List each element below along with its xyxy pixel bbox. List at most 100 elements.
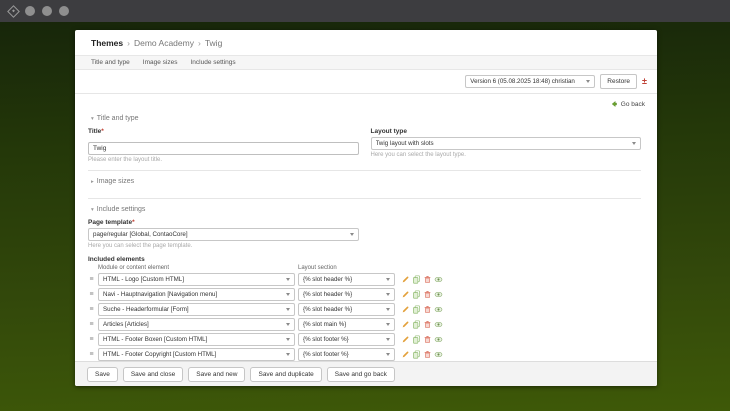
breadcrumb-page: Twig [205, 38, 222, 48]
edit-icon[interactable] [401, 350, 410, 359]
delete-icon[interactable] [423, 350, 432, 359]
chevron-down-icon [386, 353, 390, 356]
save-and-close-button[interactable]: Save and close [123, 367, 183, 382]
section-tabbar: Title and type Image sizes Include setti… [75, 55, 657, 70]
included-elements-label: Included elements [88, 256, 641, 263]
layout-type-select[interactable]: Twig layout with slots [371, 137, 642, 150]
chevron-down-icon [386, 338, 390, 341]
breadcrumb: Themes › Demo Academy › Twig [75, 30, 657, 55]
module-select[interactable]: HTML - Logo [Custom HTML] [98, 273, 295, 286]
module-select[interactable]: HTML - Footer Boxen [Custom HTML] [98, 333, 295, 346]
layout-section-select[interactable]: {% slot header %} [298, 303, 395, 316]
chevron-down-icon [286, 338, 290, 341]
duplicate-icon[interactable] [412, 290, 421, 299]
breadcrumb-theme[interactable]: Demo Academy [134, 38, 194, 48]
delete-icon[interactable] [423, 305, 432, 314]
chrome-dot-icon [42, 6, 52, 16]
layout-section-select[interactable]: {% slot footer %} [298, 348, 395, 361]
delete-icon[interactable] [423, 320, 432, 329]
tab-image-sizes[interactable]: Image sizes [143, 59, 178, 66]
show-icon[interactable] [434, 305, 443, 314]
submit-bar: Save Save and close Save and new Save an… [75, 361, 657, 386]
included-element-row: ≡ Articles [Articles] {% slot main %} [88, 318, 641, 331]
tab-include-settings[interactable]: Include settings [190, 59, 235, 66]
chevron-down-icon [386, 293, 390, 296]
duplicate-icon[interactable] [412, 335, 421, 344]
duplicate-icon[interactable] [412, 305, 421, 314]
legend-label: Title and type [97, 115, 139, 122]
page-template-label: Page template* [88, 219, 359, 226]
layout-section-select[interactable]: {% slot header %} [298, 273, 395, 286]
title-input[interactable] [88, 142, 359, 155]
delete-icon[interactable] [423, 290, 432, 299]
save-and-go-back-button[interactable]: Save and go back [327, 367, 395, 382]
included-element-row: ≡ HTML - Footer Boxen [Custom HTML] {% s… [88, 333, 641, 346]
chevron-down-icon [586, 80, 590, 83]
layout-type-value: Twig layout with slots [376, 140, 434, 147]
legend-image-sizes[interactable]: ▸ Image sizes [88, 171, 641, 191]
save-and-duplicate-button[interactable]: Save and duplicate [250, 367, 321, 382]
delete-icon[interactable] [423, 335, 432, 344]
drag-handle-icon[interactable]: ≡ [88, 291, 95, 298]
module-select[interactable]: HTML - Footer Copyright [Custom HTML] [98, 348, 295, 361]
column-layout-section: Layout section [298, 265, 337, 271]
page-template-select[interactable]: page/regular [Global, ContaoCore] [88, 228, 359, 241]
layout-type-field-group: Layout type Twig layout with slots Here … [371, 128, 642, 163]
title-label: Title* [88, 128, 359, 135]
layout-type-help: Here you can select the layout type. [371, 152, 642, 158]
chevron-down-icon [286, 353, 290, 356]
chevron-down-icon [386, 323, 390, 326]
delete-icon[interactable] [423, 275, 432, 284]
drag-handle-icon[interactable]: ≡ [88, 321, 95, 328]
included-element-row: ≡ Navi - Hauptnavigation [Navigation men… [88, 288, 641, 301]
show-icon[interactable] [434, 350, 443, 359]
module-select[interactable]: Navi - Hauptnavigation [Navigation menu] [98, 288, 295, 301]
browser-chrome-bar [0, 0, 730, 22]
collapse-closed-icon: ▸ [91, 179, 94, 185]
chevron-down-icon [386, 308, 390, 311]
layout-section-select[interactable]: {% slot footer %} [298, 333, 395, 346]
duplicate-icon[interactable] [412, 320, 421, 329]
show-icon[interactable] [434, 335, 443, 344]
restore-button[interactable]: Restore [600, 74, 637, 89]
show-icon[interactable] [434, 290, 443, 299]
included-elements-column-headers: Module or content element Layout section [98, 265, 641, 271]
show-differences-icon[interactable]: ± [642, 77, 647, 86]
legend-title-and-type[interactable]: ▾ Title and type [88, 108, 641, 128]
included-element-row: ≡ Suche - Headerformular [Form] {% slot … [88, 303, 641, 316]
edit-icon[interactable] [401, 275, 410, 284]
chrome-dot-icon [59, 6, 69, 16]
show-icon[interactable] [434, 275, 443, 284]
save-and-new-button[interactable]: Save and new [188, 367, 245, 382]
edit-icon[interactable] [401, 290, 410, 299]
version-select[interactable]: Version 6 (05.08.2025 18:48) christian [465, 75, 595, 88]
layout-section-select[interactable]: {% slot header %} [298, 288, 395, 301]
breadcrumb-themes[interactable]: Themes [91, 38, 123, 48]
module-select[interactable]: Articles [Articles] [98, 318, 295, 331]
chevron-down-icon [386, 278, 390, 281]
edit-icon[interactable] [401, 305, 410, 314]
duplicate-icon[interactable] [412, 275, 421, 284]
show-icon[interactable] [434, 320, 443, 329]
layout-type-label: Layout type [371, 128, 642, 135]
drag-handle-icon[interactable]: ≡ [88, 276, 95, 283]
edit-icon-disabled [401, 320, 410, 329]
layout-section-select[interactable]: {% slot main %} [298, 318, 395, 331]
save-button[interactable]: Save [87, 367, 118, 382]
edit-icon[interactable] [401, 335, 410, 344]
drag-handle-icon[interactable]: ≡ [88, 351, 95, 358]
page-template-help: Here you can select the page template. [88, 243, 359, 249]
layout-form: ▾ Title and type Title* Please enter the… [75, 108, 657, 376]
chevron-down-icon [286, 308, 290, 311]
duplicate-icon[interactable] [412, 350, 421, 359]
chevron-down-icon [350, 233, 354, 236]
module-select[interactable]: Suche - Headerformular [Form] [98, 303, 295, 316]
page-template-field-group: Page template* page/regular [Global, Con… [88, 219, 359, 249]
drag-handle-icon[interactable]: ≡ [88, 336, 95, 343]
included-element-row: ≡ HTML - Logo [Custom HTML] {% slot head… [88, 273, 641, 286]
go-back-link[interactable]: Go back [621, 101, 645, 108]
chrome-dot-icon [25, 6, 35, 16]
drag-handle-icon[interactable]: ≡ [88, 306, 95, 313]
tab-title-and-type[interactable]: Title and type [91, 59, 130, 66]
legend-include-settings[interactable]: ▾ Include settings [88, 199, 641, 219]
